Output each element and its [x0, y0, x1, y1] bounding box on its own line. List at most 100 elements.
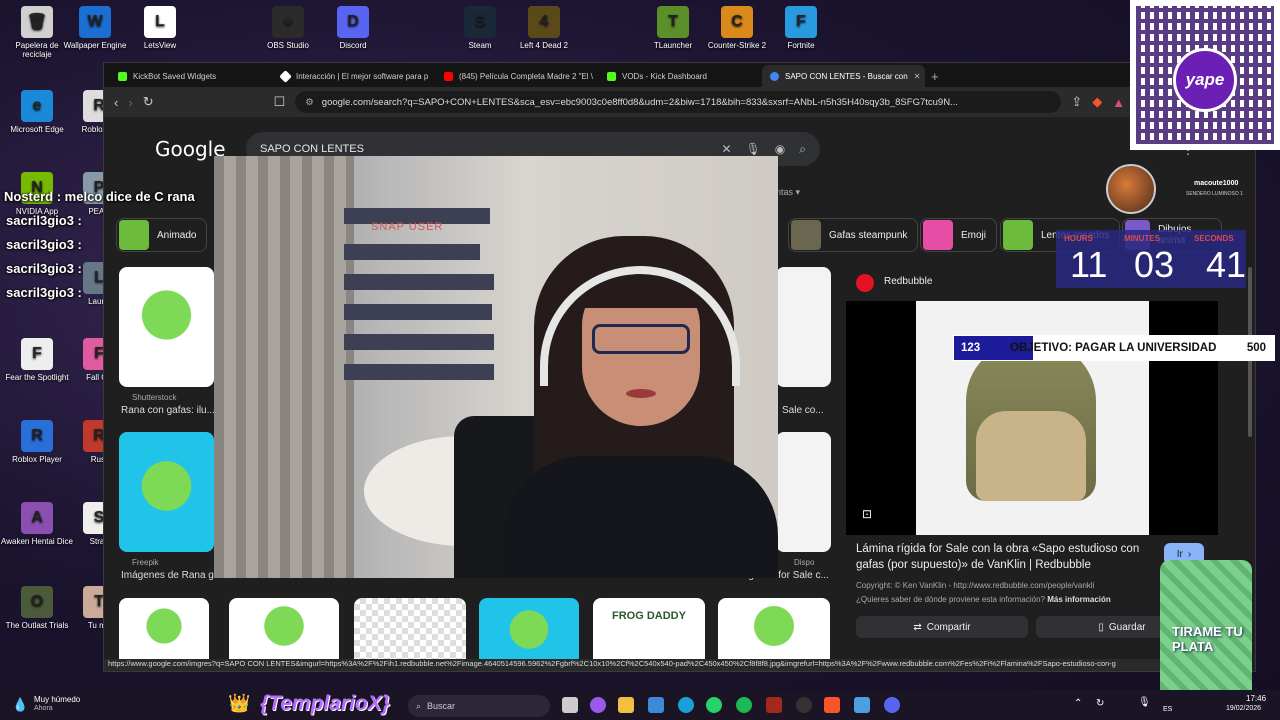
desktop-icon[interactable]: ● OBS Studio [251, 6, 325, 50]
share-button[interactable]: ⇄ Compartir [856, 616, 1028, 638]
forward-icon[interactable]: › [128, 95, 132, 110]
url-field[interactable]: ⚙ google.com/search?q=SAPO+CON+LENTES&sca… [295, 91, 1062, 113]
desktop-icon[interactable]: W Wallpaper Engine [58, 6, 132, 50]
result-image[interactable] [229, 598, 339, 668]
goal-target: 500 [1246, 342, 1266, 354]
result-image[interactable]: FROG DADDY [593, 598, 705, 668]
discord-icon[interactable] [884, 697, 900, 713]
tray-chevron-icon[interactable]: ⌃ [1074, 698, 1082, 709]
tab-kickbot[interactable]: KickBot Saved Widgets [110, 65, 273, 87]
chat-message: Nosterd : melco dice de C rana [4, 189, 195, 204]
app-icon: S [464, 6, 496, 38]
back-icon[interactable]: ‹ [114, 95, 118, 110]
goal-bar: 123 OBJETIVO: PAGAR LA UNIVERSIDAD 500 [953, 335, 1275, 361]
desktop-icon[interactable]: S Steam [443, 6, 517, 50]
weather-icon[interactable]: 💧 [12, 697, 28, 713]
clear-icon[interactable]: ✕ [721, 142, 731, 157]
kick-icon [118, 71, 127, 81]
frog-thumb [1003, 220, 1033, 250]
lens-search-icon[interactable]: ⊡ [862, 507, 872, 521]
goal-label: OBJETIVO: PAGAR LA UNIVERSIDAD [1010, 342, 1217, 354]
reload-icon[interactable]: ↻ [143, 94, 154, 110]
more-info-link[interactable]: Más información [1047, 595, 1111, 604]
panel-info: ¿Quieres saber de dónde proviene esta in… [856, 595, 1111, 604]
whatsapp-icon[interactable] [706, 697, 722, 713]
new-tab-button[interactable]: + [925, 65, 945, 87]
language-indicator[interactable]: ES [1163, 706, 1172, 713]
app-icon: L [144, 6, 176, 38]
result-image[interactable] [119, 432, 214, 552]
task-view-icon[interactable] [562, 697, 578, 713]
dota-icon[interactable] [766, 697, 782, 713]
result-image[interactable] [119, 267, 214, 387]
tab-youtube[interactable]: (845) Película Completa Madre 2 "El \ [436, 65, 599, 87]
youtube-icon [444, 71, 453, 81]
tray-sync-icon[interactable]: ↻ [1096, 698, 1104, 709]
close-tab-icon[interactable]: ✕ [914, 72, 921, 81]
obs-icon[interactable] [796, 697, 812, 713]
app-icon: O [21, 586, 53, 618]
crown-icon: 👑 [228, 693, 251, 713]
desktop-icon-label: Steam [468, 41, 492, 50]
share-icon[interactable]: ⇪ [1071, 94, 1082, 110]
google-icon [770, 71, 779, 81]
desktop-icon[interactable]: F Fortnite [764, 6, 838, 50]
chip-gafas-steampunk[interactable]: Gafas steampunk [788, 218, 919, 252]
app-icon: W [79, 6, 111, 38]
weather-text[interactable]: Muy húmedo [34, 695, 80, 704]
tab-google-search[interactable]: SAPO CON LENTES - Buscar con ✕ [762, 65, 925, 87]
hours-label: HOURS [1064, 234, 1093, 243]
mic-icon[interactable]: 🎙 [746, 142, 761, 157]
viewer-name: macoute1000 [1194, 180, 1239, 187]
result-caption[interactable]: Imágenes de Rana g... [121, 570, 216, 581]
result-image[interactable] [479, 598, 579, 668]
frog-thumb [923, 220, 953, 250]
chip-animado[interactable]: Animado [116, 218, 208, 252]
frog-thumb [791, 220, 821, 250]
search-query: SAPO CON LENTES [260, 143, 364, 155]
rewards-icon[interactable]: ▲ [1112, 95, 1125, 110]
result-image[interactable] [776, 432, 831, 552]
status-url: https://www.google.com/imgres?q=SAPO CON… [104, 659, 1184, 671]
spotify-icon[interactable] [736, 697, 752, 713]
result-source: Dispo [794, 558, 815, 567]
result-image[interactable] [718, 598, 830, 668]
app-icon: F [785, 6, 817, 38]
search-icon[interactable]: ⌕ [799, 142, 806, 157]
store-icon[interactable] [648, 697, 664, 713]
tab-strip: KickBot Saved Widgets Interacción | El m… [104, 63, 1255, 87]
clock-time[interactable]: 17:46 [1246, 694, 1266, 703]
desktop-icon[interactable]: C Counter-Strike 2 [700, 6, 774, 50]
panel-site[interactable]: Redbubble [884, 276, 932, 287]
mic-icon[interactable]: 🎙 [1138, 697, 1151, 708]
file-explorer-icon[interactable] [618, 697, 634, 713]
clock-date[interactable]: 19/02/2026 [1226, 705, 1261, 712]
diamond-icon [279, 69, 292, 83]
tab-vods[interactable]: VODs - Kick Dashboard [599, 65, 762, 87]
result-image[interactable] [119, 598, 209, 668]
result-caption[interactable]: Sale co... [782, 405, 832, 416]
taskbar-search[interactable]: ⌕ Buscar [408, 695, 550, 717]
panel-title[interactable]: Lámina rígida for Sale con la obra «Sapo… [856, 541, 1166, 573]
edge-icon[interactable] [678, 697, 694, 713]
wall-stripe [344, 304, 492, 320]
result-caption[interactable]: Rana con gafas: ilu... [121, 405, 216, 416]
desktop-icon[interactable]: T TLauncher [636, 6, 710, 50]
tab-interaccion[interactable]: Interacción | El mejor software para p [273, 65, 436, 87]
result-image[interactable] [354, 598, 466, 668]
lens-icon[interactable]: ◉ [775, 142, 785, 157]
search-icon: ⌕ [416, 700, 422, 711]
app-icon: T [657, 6, 689, 38]
result-image[interactable] [776, 267, 831, 387]
brave-shield-icon[interactable]: ◆ [1092, 94, 1102, 110]
brave-icon[interactable] [824, 697, 840, 713]
desktop-icon[interactable]: 4 Left 4 Dead 2 [507, 6, 581, 50]
copilot-icon[interactable] [590, 697, 606, 713]
desktop-icon[interactable]: L LetsView [123, 6, 197, 50]
site-info-icon[interactable]: ⚙ [305, 97, 314, 108]
chip-emoji[interactable]: Emoji [920, 218, 998, 252]
app-icon: 4 [528, 6, 560, 38]
notepad-icon[interactable] [854, 697, 870, 713]
bookmark-icon[interactable]: ☐ [274, 94, 286, 110]
desktop-icon[interactable]: D Discord [316, 6, 390, 50]
